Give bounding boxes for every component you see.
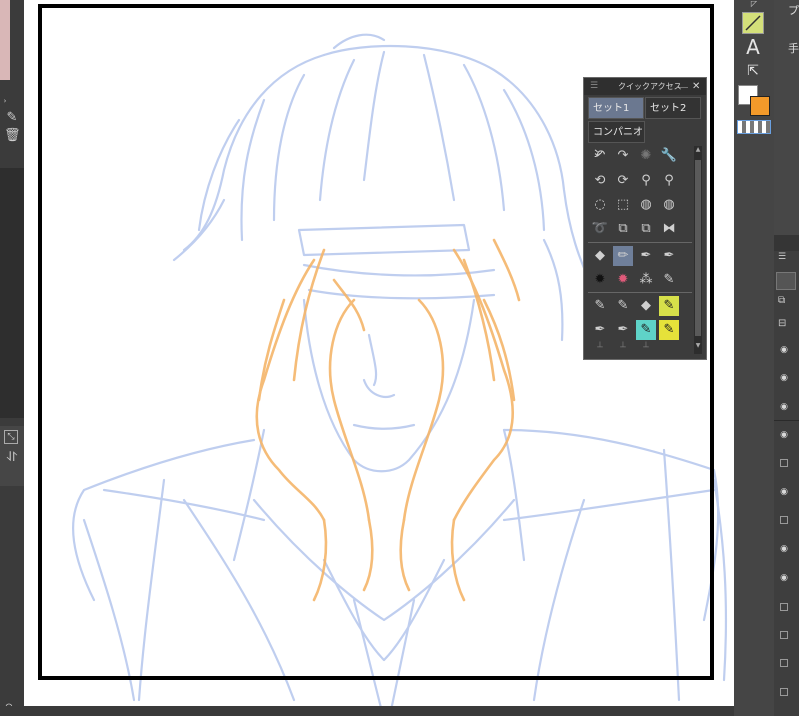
- rotate-left-icon[interactable]: ⟲: [590, 171, 610, 191]
- spray-black-icon[interactable]: ✹: [590, 270, 610, 290]
- new-layer-button[interactable]: [776, 272, 796, 290]
- select-lasso-icon[interactable]: ◌: [590, 195, 610, 215]
- tab-companion[interactable]: コンパニオン: [588, 121, 645, 160]
- close-icon[interactable]: ✕: [692, 78, 700, 95]
- partial-tool-icon[interactable]: ┴: [613, 342, 633, 354]
- pen-icon[interactable]: ✒: [636, 246, 656, 266]
- rotate-right-icon[interactable]: ⟳: [613, 171, 633, 191]
- layer-copy-icon[interactable]: ⧉: [778, 295, 785, 306]
- marker-icon[interactable]: ✎: [659, 270, 679, 290]
- eye-icon[interactable]: ◉: [777, 373, 791, 383]
- drag-handle-icon[interactable]: ☰: [590, 78, 598, 95]
- canvas-scrollbar[interactable]: [0, 706, 734, 716]
- eye-icon[interactable]: ◉: [777, 430, 791, 440]
- undo-icon[interactable]: ↶: [590, 146, 610, 166]
- tab-set2[interactable]: セット2: [645, 97, 701, 119]
- line-icon: [745, 15, 761, 31]
- menu-icon[interactable]: ☰: [778, 252, 786, 262]
- trash-icon[interactable]: 🗑: [4, 128, 21, 144]
- ink-pen-icon[interactable]: ✒: [590, 320, 610, 340]
- fill-icon[interactable]: ◍: [636, 195, 656, 215]
- palette-scrollbar[interactable]: ▲ ▼: [694, 146, 702, 354]
- tab-set1[interactable]: セット1: [588, 97, 644, 119]
- partial-tool-icon[interactable]: ┴: [590, 342, 610, 354]
- pen-alt-icon[interactable]: ✒: [659, 246, 679, 266]
- minimize-icon[interactable]: ＿: [678, 76, 688, 93]
- palette-title-bar[interactable]: ☰ クイックアクセス ＿ ✕: [584, 78, 706, 95]
- loading-icon[interactable]: ✺: [636, 146, 656, 166]
- eye-icon[interactable]: ◉: [777, 544, 791, 554]
- line-tool-button[interactable]: [742, 12, 764, 34]
- left-panel-edge: [10, 0, 24, 80]
- eyedropper-icon[interactable]: ⚲: [636, 171, 656, 191]
- visibility-checkbox[interactable]: [780, 688, 788, 696]
- text-tool-icon[interactable]: A: [742, 36, 764, 58]
- visibility-checkbox[interactable]: [780, 659, 788, 667]
- divider: [774, 420, 799, 421]
- divider: [588, 242, 692, 243]
- property-panel: [774, 0, 799, 235]
- scroll-up-icon[interactable]: ▲: [694, 146, 702, 156]
- eyedropper-icon[interactable]: ✎: [4, 110, 20, 126]
- wrench-icon[interactable]: 🔧: [659, 146, 679, 166]
- eye-icon[interactable]: ◉: [777, 573, 791, 583]
- airbrush-icon[interactable]: ⁂: [636, 270, 656, 290]
- panel-label: プ: [788, 4, 799, 17]
- ink-pen-alt-icon[interactable]: ✒: [613, 320, 633, 340]
- redo-icon[interactable]: ↷: [613, 146, 633, 166]
- sub-color-swatch[interactable]: [750, 96, 770, 116]
- partial-tool-icon[interactable]: ┴: [636, 342, 656, 354]
- visibility-checkbox[interactable]: [780, 459, 788, 467]
- collapse-icon[interactable]: ›: [0, 96, 10, 106]
- eraser-icon[interactable]: ◆: [590, 246, 610, 266]
- visibility-checkbox[interactable]: [780, 631, 788, 639]
- highlight-pen-icon[interactable]: ✎: [659, 296, 679, 316]
- lasso-icon[interactable]: ➰: [590, 219, 610, 239]
- visibility-checkbox[interactable]: [780, 516, 788, 524]
- scroll-thumb[interactable]: [695, 160, 701, 336]
- eraser-alt-icon[interactable]: ◆: [636, 296, 656, 316]
- brush-icon[interactable]: ✎: [590, 296, 610, 316]
- fill-alt-icon[interactable]: ◍: [659, 195, 679, 215]
- panel-label: 手: [788, 42, 799, 55]
- cyan-marker-icon[interactable]: ✎: [636, 320, 656, 340]
- copy-layer-icon[interactable]: ⧉: [613, 219, 633, 239]
- merge-layer-icon[interactable]: ⧉: [636, 219, 656, 239]
- divider: [588, 292, 692, 293]
- eye-icon[interactable]: ◉: [777, 402, 791, 412]
- eyedropper-alt-icon[interactable]: ⚲: [659, 171, 679, 191]
- brush-alt-icon[interactable]: ✎: [613, 296, 633, 316]
- yellow-marker-icon[interactable]: ✎: [659, 320, 679, 340]
- spray-pink-icon[interactable]: ✹: [613, 270, 633, 290]
- eye-icon[interactable]: ◉: [777, 487, 791, 497]
- scale-icon[interactable]: ⬚: [613, 195, 633, 215]
- eye-icon[interactable]: ◉: [777, 345, 791, 355]
- flip-vertical-icon[interactable]: ⥯: [4, 450, 20, 466]
- flip-horizontal-icon[interactable]: ⧓: [659, 219, 679, 239]
- color-swatch-strip[interactable]: [0, 0, 10, 80]
- object-select-icon[interactable]: ⇱: [742, 60, 764, 82]
- transparent-color-button[interactable]: [737, 120, 771, 134]
- layer-settings-icon[interactable]: ⊟: [778, 318, 786, 329]
- visibility-checkbox[interactable]: [780, 603, 788, 611]
- quick-access-palette: ☰ クイックアクセス ＿ ✕ セット1 セット2 コンパニオン ↶ ↷ ✺ 🔧 …: [583, 77, 707, 360]
- fit-window-icon[interactable]: ⤡: [4, 430, 18, 444]
- pencil-icon[interactable]: ✏: [613, 246, 633, 266]
- scroll-down-icon[interactable]: ▼: [694, 342, 702, 352]
- ruler-tool-icon[interactable]: ◸: [744, 0, 764, 8]
- layer-panel-header: [774, 235, 799, 251]
- left-panel-body: [0, 168, 24, 418]
- palette-title: クイックアクセス: [618, 82, 682, 91]
